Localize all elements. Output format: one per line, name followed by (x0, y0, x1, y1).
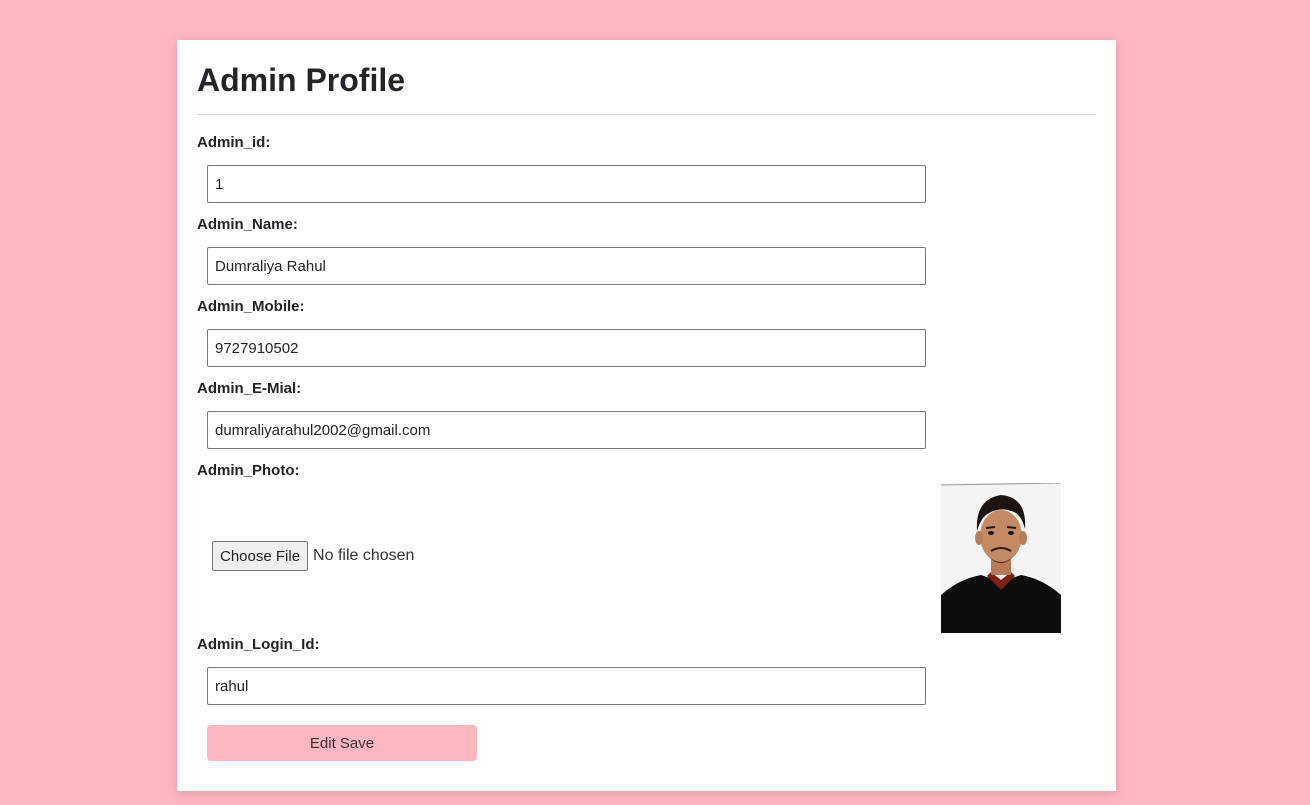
edit-save-button[interactable]: Edit Save (207, 725, 477, 761)
page-title: Admin Profile (197, 62, 406, 98)
admin-name-label: Admin_Name: (197, 216, 298, 233)
choose-file-button[interactable]: Choose File (212, 541, 309, 571)
admin-mobile-input[interactable] (207, 329, 926, 367)
admin-login-id-label: Admin_Login_Id: (197, 636, 320, 653)
admin-name-input[interactable] (207, 247, 926, 285)
admin-mobile-label: Admin_Mobile: (197, 298, 305, 315)
profile-card: Admin Profile Admin_id: Admin_Name: Admi… (177, 40, 1116, 791)
admin-id-input[interactable] (207, 165, 926, 203)
file-status-text: No file chosen (313, 547, 415, 564)
admin-email-label: Admin_E-Mial: (197, 380, 302, 397)
admin-photo-file-input[interactable]: Choose File No file chosen (212, 541, 414, 571)
admin-email-input[interactable] (207, 411, 926, 449)
admin-login-id-input[interactable] (207, 667, 926, 705)
admin-photo-label: Admin_Photo: (197, 462, 300, 479)
admin-photo-image (941, 483, 1061, 633)
title-divider (197, 114, 1096, 115)
admin-id-label: Admin_id: (197, 134, 271, 151)
